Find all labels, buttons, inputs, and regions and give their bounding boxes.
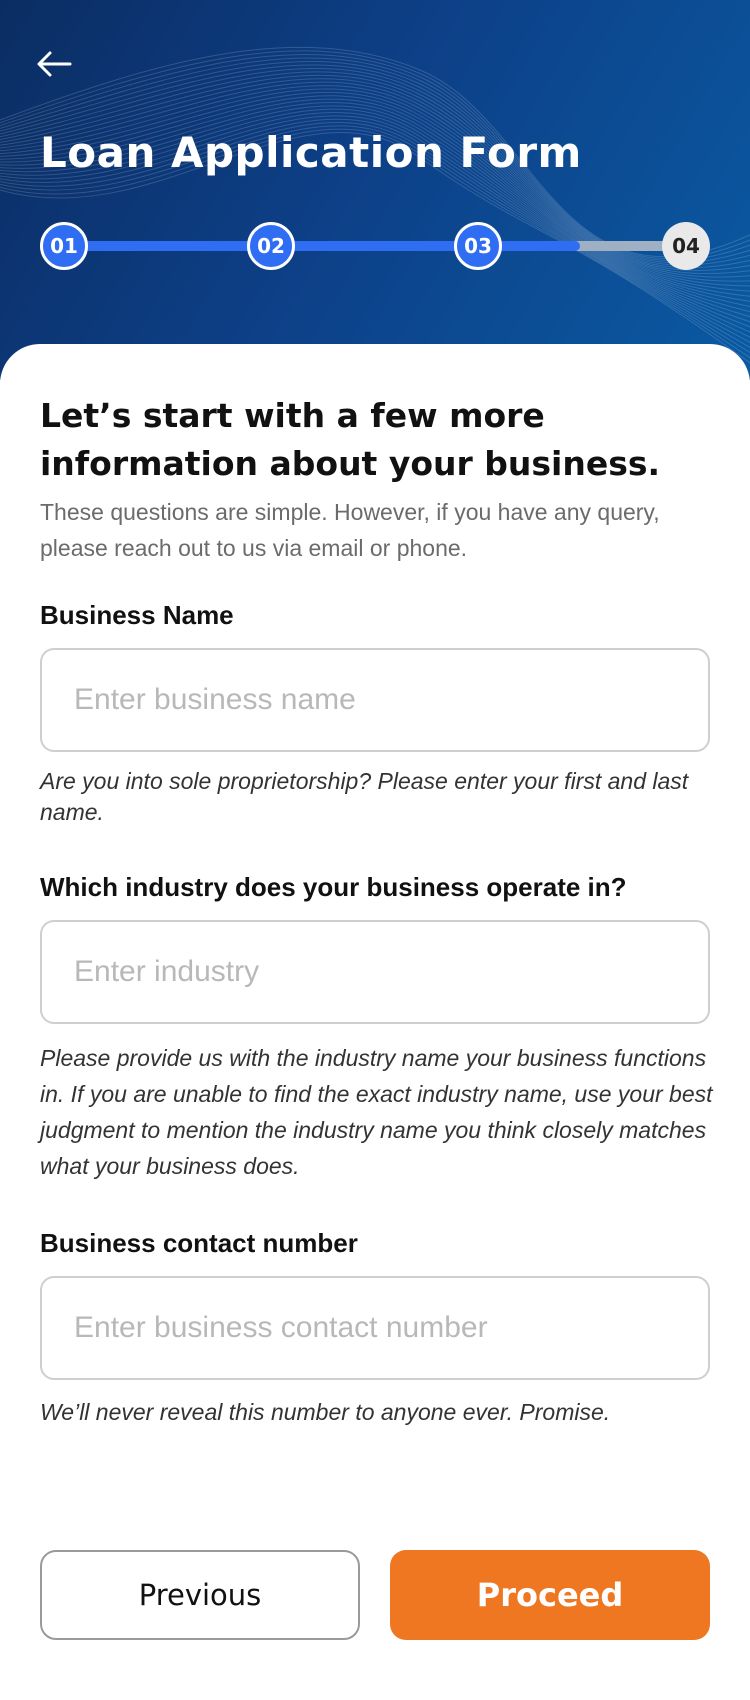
business-name-input[interactable] <box>40 648 710 752</box>
contact-number-hint: We’ll never reveal this number to anyone… <box>40 1399 611 1425</box>
wave-decoration <box>0 46 750 364</box>
step-4: 04 <box>662 222 710 270</box>
industry-hint: Please provide us with the industry name… <box>40 1045 713 1179</box>
step-1: 01 <box>40 222 88 270</box>
proceed-button[interactable]: Proceed <box>390 1550 710 1640</box>
arrow-left-icon <box>37 51 72 77</box>
step-3: 03 <box>454 222 502 270</box>
form-heading: Let’s start with a few more information … <box>40 396 661 483</box>
progress-track <box>64 241 686 251</box>
page-title: Loan Application Form <box>40 128 582 177</box>
progress-track-fill <box>64 241 581 251</box>
industry-input[interactable] <box>40 920 710 1024</box>
industry-label: Which industry does your business operat… <box>40 872 627 902</box>
step-2: 02 <box>247 222 295 270</box>
back-button[interactable] <box>36 44 80 84</box>
business-name-label: Business Name <box>40 600 234 630</box>
form-description: These questions are simple. However, if … <box>40 499 660 561</box>
business-name-hint: Are you into sole proprietorship? Please… <box>40 768 689 825</box>
header-banner <box>0 0 750 380</box>
previous-button[interactable]: Previous <box>40 1550 360 1640</box>
progress-stepper: 01 02 03 04 <box>40 222 710 270</box>
contact-number-label: Business contact number <box>40 1228 358 1258</box>
contact-number-input[interactable] <box>40 1276 710 1380</box>
